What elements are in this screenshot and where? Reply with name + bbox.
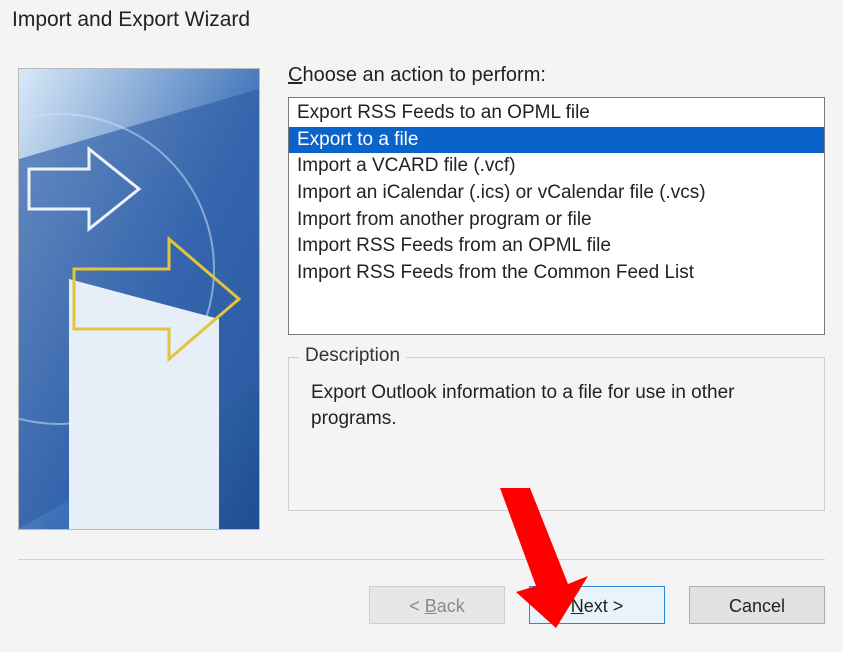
wizard-body: Choose an action to perform: Export RSS …: [18, 64, 825, 532]
next-hotkey: N: [571, 596, 584, 616]
separator: [18, 559, 825, 560]
window-title: Import and Export Wizard: [12, 8, 250, 32]
cancel-button[interactable]: Cancel: [689, 586, 825, 624]
next-rest: ext >: [584, 596, 624, 616]
back-button[interactable]: < Back: [369, 586, 505, 624]
description-text: Export Outlook information to a file for…: [289, 358, 824, 431]
description-heading: Description: [299, 345, 406, 367]
next-button[interactable]: Next >: [529, 586, 665, 624]
wizard-graphic: [18, 68, 260, 530]
action-item[interactable]: Import a VCARD file (.vcf): [289, 153, 824, 180]
action-item[interactable]: Import an iCalendar (.ics) or vCalendar …: [289, 180, 824, 207]
back-rest: ack: [437, 596, 465, 616]
button-bar: < Back Next > Cancel: [369, 586, 825, 624]
action-label: Choose an action to perform:: [288, 64, 825, 87]
description-group: Description Export Outlook information t…: [288, 357, 825, 511]
main-area: Choose an action to perform: Export RSS …: [288, 64, 825, 532]
action-item[interactable]: Import RSS Feeds from an OPML file: [289, 233, 824, 260]
action-label-rest: hoose an action to perform:: [302, 64, 545, 86]
back-hotkey: B: [425, 596, 437, 616]
actions-listbox[interactable]: Export RSS Feeds to an OPML fileExport t…: [288, 97, 825, 335]
action-item[interactable]: Import RSS Feeds from the Common Feed Li…: [289, 260, 824, 287]
action-item[interactable]: Export RSS Feeds to an OPML file: [289, 100, 824, 127]
action-label-hotkey: C: [288, 64, 302, 86]
action-item[interactable]: Export to a file: [289, 127, 824, 154]
action-item[interactable]: Import from another program or file: [289, 207, 824, 234]
back-prefix: <: [409, 596, 425, 616]
